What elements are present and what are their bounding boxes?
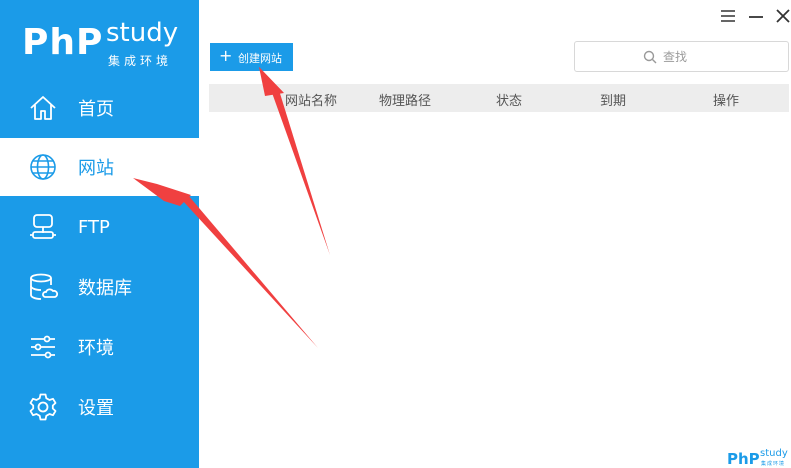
sidebar-item-label: 网站: [78, 158, 114, 179]
footer-logo: PhP study 集成环境: [727, 446, 791, 468]
menu-icon: [721, 10, 735, 22]
sidebar-item-settings[interactable]: 设置: [0, 378, 199, 436]
create-website-button[interactable]: + 创建网站: [210, 43, 293, 71]
minimize-button[interactable]: [746, 6, 766, 26]
footer-logo-php: PhP: [727, 450, 760, 468]
gear-icon: [28, 392, 58, 422]
sidebar-item-website[interactable]: 网站: [0, 138, 199, 196]
home-icon: [28, 93, 58, 123]
column-header-status[interactable]: 状态: [496, 90, 522, 109]
minimize-icon: [749, 16, 763, 18]
sidebar-item-label: 设置: [78, 398, 114, 419]
sidebar: PhP study 集成环境 首页 网站 FTP 数据库 环境 设置: [0, 0, 199, 468]
sidebar-item-label: 环境: [78, 338, 114, 359]
close-button[interactable]: [773, 6, 791, 26]
column-header-path[interactable]: 物理路径: [379, 90, 431, 109]
logo-study-text: study: [106, 18, 179, 48]
phpstudy-window: PhP study 集成环境 首页 网站 FTP 数据库 环境 设置 + 创建网…: [0, 0, 791, 468]
sliders-icon: [28, 332, 58, 362]
menu-button[interactable]: [718, 6, 738, 26]
search-input[interactable]: [663, 47, 773, 67]
sidebar-item-label: 数据库: [78, 278, 132, 299]
column-header-actions[interactable]: 操作: [713, 90, 739, 109]
footer-logo-subtitle: 集成环境: [761, 461, 786, 467]
create-website-label: 创建网站: [238, 52, 282, 65]
sidebar-item-label: FTP: [78, 216, 110, 238]
database-icon: [28, 272, 59, 302]
sidebar-item-label: 首页: [78, 99, 114, 120]
sidebar-item-ftp[interactable]: FTP: [0, 198, 199, 256]
column-header-name[interactable]: 网站名称: [285, 90, 337, 109]
logo-subtitle: 集成环境: [108, 54, 173, 68]
website-table-header: 网站名称 物理路径 状态 到期 操作: [209, 84, 789, 112]
sidebar-item-home[interactable]: 首页: [0, 79, 199, 137]
sidebar-item-database[interactable]: 数据库: [0, 258, 199, 316]
globe-icon: [28, 152, 58, 182]
search-icon: [643, 49, 657, 64]
phpstudy-logo: PhP study 集成环境: [22, 18, 182, 68]
logo-php-text: PhP: [22, 22, 104, 63]
sidebar-item-environment[interactable]: 环境: [0, 318, 199, 376]
footer-logo-study: study: [760, 448, 788, 459]
search-box[interactable]: [574, 41, 789, 72]
close-icon: [776, 9, 790, 23]
plus-icon: +: [219, 46, 233, 65]
column-header-expiry[interactable]: 到期: [600, 90, 626, 109]
ftp-server-icon: [28, 212, 58, 242]
